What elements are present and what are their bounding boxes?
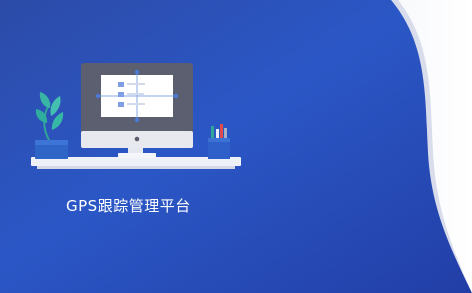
selection-handle-left-icon (95, 93, 101, 99)
plant-pot-rim (35, 140, 68, 145)
screen-list-icon-1 (118, 82, 124, 87)
selection-handle-top-icon (134, 69, 140, 75)
pen-white-icon (216, 129, 219, 139)
blue-background-panel (0, 0, 472, 293)
monitor-base (118, 153, 156, 158)
pen-red-icon (220, 124, 223, 139)
login-banner: GPS跟踪管理平台 (0, 0, 472, 293)
banner-illustration (0, 0, 472, 293)
pen-grey-icon (224, 128, 227, 139)
desk-edge (37, 166, 235, 169)
screen-list-icon-3 (118, 102, 124, 107)
screen-list-line-3 (127, 103, 145, 105)
pen-holder-rim (208, 138, 230, 142)
screen-list-icon-2 (118, 92, 124, 97)
selection-handle-right-icon (173, 93, 179, 99)
pen-green-icon (211, 126, 214, 139)
monitor-button-icon (134, 136, 140, 142)
platform-title: GPS跟踪管理平台 (66, 197, 191, 215)
selection-handle-bottom-icon (134, 117, 140, 123)
screen-list-line-2 (127, 93, 144, 95)
screen-list-line-1 (127, 83, 145, 85)
